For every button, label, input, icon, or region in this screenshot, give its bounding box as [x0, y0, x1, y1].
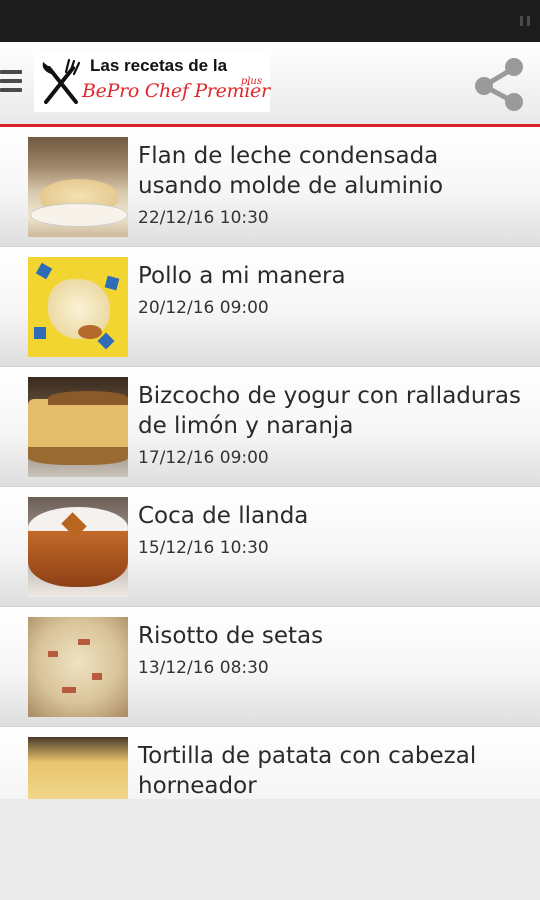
- action-bar: Las recetas de la BePro Chef Premier plu…: [0, 42, 540, 127]
- recipe-thumbnail: [28, 137, 128, 237]
- list-item[interactable]: Bizcocho de yogur con ralladuras de limó…: [0, 367, 540, 487]
- recipe-date: 13/12/16 08:30: [138, 658, 269, 678]
- logo-plus: plus: [240, 76, 262, 87]
- recipe-thumbnail: [28, 737, 128, 799]
- fork-knife-icon: [42, 58, 81, 104]
- recipe-thumbnail: [28, 617, 128, 717]
- logo-line1: Las recetas de la: [90, 56, 228, 75]
- signal-icon: [520, 16, 530, 26]
- list-item[interactable]: Pollo a mi manera 20/12/16 09:00: [0, 247, 540, 367]
- recipe-title: Tortilla de patata con cabezal horneador: [138, 743, 477, 799]
- recipe-thumbnail: [28, 257, 128, 357]
- recipe-title: Bizcocho de yogur con ralladuras de limó…: [138, 383, 521, 439]
- recipe-list[interactable]: Flan de leche condensada usando molde de…: [0, 127, 540, 799]
- list-item[interactable]: Coca de llanda 15/12/16 10:30: [0, 487, 540, 607]
- app-logo[interactable]: Las recetas de la BePro Chef Premier plu…: [34, 52, 270, 112]
- list-item[interactable]: Risotto de setas 13/12/16 08:30: [0, 607, 540, 727]
- recipe-title: Coca de llanda: [138, 503, 309, 529]
- recipe-title: Flan de leche condensada usando molde de…: [138, 143, 444, 199]
- recipe-title: Pollo a mi manera: [138, 263, 346, 289]
- recipe-title: Risotto de setas: [138, 623, 324, 649]
- recipe-date: 15/12/16 10:30: [138, 538, 269, 558]
- recipe-date: 22/12/16 10:30: [138, 208, 269, 228]
- list-item[interactable]: Tortilla de patata con cabezal horneador: [0, 727, 540, 799]
- hamburger-icon[interactable]: [0, 70, 22, 98]
- share-icon: [475, 58, 523, 111]
- list-item[interactable]: Flan de leche condensada usando molde de…: [0, 127, 540, 247]
- empty-area: [0, 799, 540, 900]
- recipe-thumbnail: [28, 497, 128, 597]
- status-bar: [0, 0, 540, 42]
- recipe-thumbnail: [28, 377, 128, 477]
- share-button[interactable]: [470, 54, 530, 114]
- recipe-date: 17/12/16 09:00: [138, 448, 269, 468]
- recipe-date: 20/12/16 09:00: [138, 298, 269, 318]
